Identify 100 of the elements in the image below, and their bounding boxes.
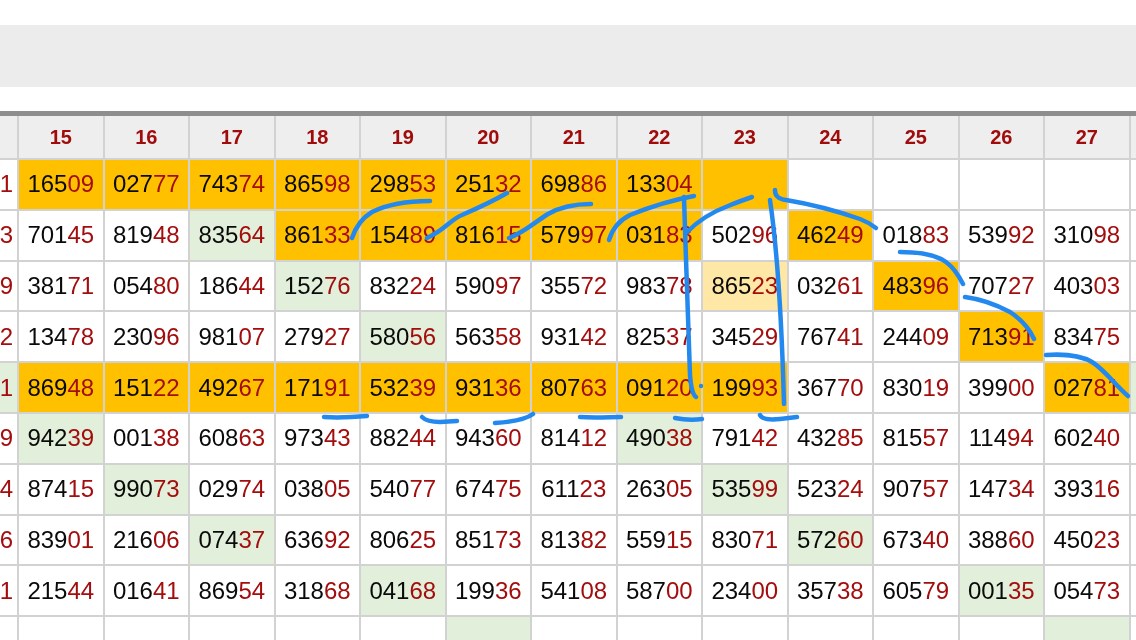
column-header: 27 [1045, 116, 1129, 158]
table-cell: 54077 [361, 464, 445, 514]
table-cell: 98107 [190, 312, 274, 362]
table-cell: 49267 [190, 363, 274, 412]
column-header: 16 [104, 116, 188, 158]
table-cell: 13478 [19, 312, 103, 362]
table-cell: 11494 [959, 414, 1043, 463]
table-cell: 05480 [104, 261, 188, 311]
table-cell: 53992 [959, 210, 1043, 260]
table-cell: 15276 [275, 261, 359, 311]
table-cell: 80763 [532, 363, 616, 412]
table-cell: 70145 [19, 210, 103, 260]
table-cell: 31098 [1045, 210, 1129, 260]
table-cell: 23096 [104, 312, 188, 362]
table-cell: 83564 [190, 210, 274, 260]
underline-stroke [321, 413, 370, 420]
table-cell: 97343 [275, 414, 359, 463]
table-cell: 63692 [275, 515, 359, 565]
table-cell: 93136 [446, 363, 530, 412]
table-cell: 56358 [446, 312, 530, 362]
table-cell: 13304 [617, 160, 701, 209]
table-cell: 49038 [617, 414, 701, 463]
table-cell: 81412 [532, 414, 616, 463]
column-header: 15 [19, 116, 103, 158]
table-cell: 81382 [532, 515, 616, 565]
table-cell: 34529 [703, 312, 787, 362]
table-cell: 18644 [190, 261, 274, 311]
underline-stroke [419, 414, 460, 425]
table-cell: 79142 [703, 414, 787, 463]
table-cell: 01641 [104, 566, 188, 616]
column-header: 21 [532, 116, 616, 158]
table-cell: 07437 [190, 515, 274, 565]
table-cell: 46249 [788, 210, 872, 260]
header-cell [0, 116, 17, 158]
table-cell: 60579 [874, 566, 958, 616]
table-cell: 03805 [275, 464, 359, 514]
underline-stroke [492, 411, 536, 426]
table-cell: 58700 [617, 566, 701, 616]
table-cell: 58056 [361, 312, 445, 362]
table-cell: 1 [0, 160, 17, 209]
table-cell: 17191 [275, 363, 359, 412]
table-cell: 02974 [190, 464, 274, 514]
table-cell: 4 [0, 464, 17, 514]
table-cell: 80625 [361, 515, 445, 565]
table-cell: 70727 [959, 261, 1043, 311]
table-cell: 01883 [874, 210, 958, 260]
table-cell: 38860 [959, 515, 1043, 565]
table-cell: 61123 [532, 464, 616, 514]
table-cell: 1 [0, 566, 17, 616]
table-cell: 36770 [788, 363, 872, 412]
table-cell: 26305 [617, 464, 701, 514]
table-cell: 85173 [446, 515, 530, 565]
table-cell: 25132 [446, 160, 530, 209]
column-header: 19 [361, 116, 445, 158]
ink-dot [698, 383, 704, 389]
table-cell: 53599 [703, 464, 787, 514]
table-cell: 52324 [788, 464, 872, 514]
table-cell: 19993 [703, 363, 787, 412]
column-header: 25 [874, 116, 958, 158]
table-cell: 1 [0, 363, 17, 412]
table-cell: 39316 [1045, 464, 1129, 514]
table-cell: 83901 [19, 515, 103, 565]
table-cell: 54108 [532, 566, 616, 616]
table-cell: 86133 [275, 210, 359, 260]
table-cell: 43285 [788, 414, 872, 463]
table-cell: 23400 [703, 566, 787, 616]
table-cell: 35738 [788, 566, 872, 616]
underline-stroke [672, 415, 705, 422]
table-cell: 45023 [1045, 515, 1129, 565]
table-cell: 99073 [104, 464, 188, 514]
header-cell [1130, 116, 1136, 158]
table-cell: 29853 [361, 160, 445, 209]
table-cell: 94239 [19, 414, 103, 463]
table-cell: 86598 [275, 160, 359, 209]
table-cell: 9 [0, 414, 17, 463]
table-cell: 57997 [532, 210, 616, 260]
table-cell: 03261 [788, 261, 872, 311]
table-cell: 81557 [874, 414, 958, 463]
table-cell: 3 [0, 210, 17, 260]
table-cell: 15122 [104, 363, 188, 412]
table-cell: 88244 [361, 414, 445, 463]
table-cell: 93142 [532, 312, 616, 362]
table-cell: 83475 [1045, 312, 1129, 362]
column-header: 18 [275, 116, 359, 158]
table-cell: 83019 [874, 363, 958, 412]
table-cell: 60863 [190, 414, 274, 463]
table-cell: 24409 [874, 312, 958, 362]
table-cell: 48396 [874, 261, 958, 311]
table-cell: 67475 [446, 464, 530, 514]
table-cell: 38171 [19, 261, 103, 311]
table-cell: 39900 [959, 363, 1043, 412]
table-cell: 53239 [361, 363, 445, 412]
underline-stroke [577, 414, 624, 420]
table-cell: 6 [0, 515, 17, 565]
table-cell: 27927 [275, 312, 359, 362]
table-cell: 14734 [959, 464, 1043, 514]
table-cell: 86954 [190, 566, 274, 616]
column-header: 24 [788, 116, 872, 158]
table-cell: 21606 [104, 515, 188, 565]
column-header: 22 [617, 116, 701, 158]
